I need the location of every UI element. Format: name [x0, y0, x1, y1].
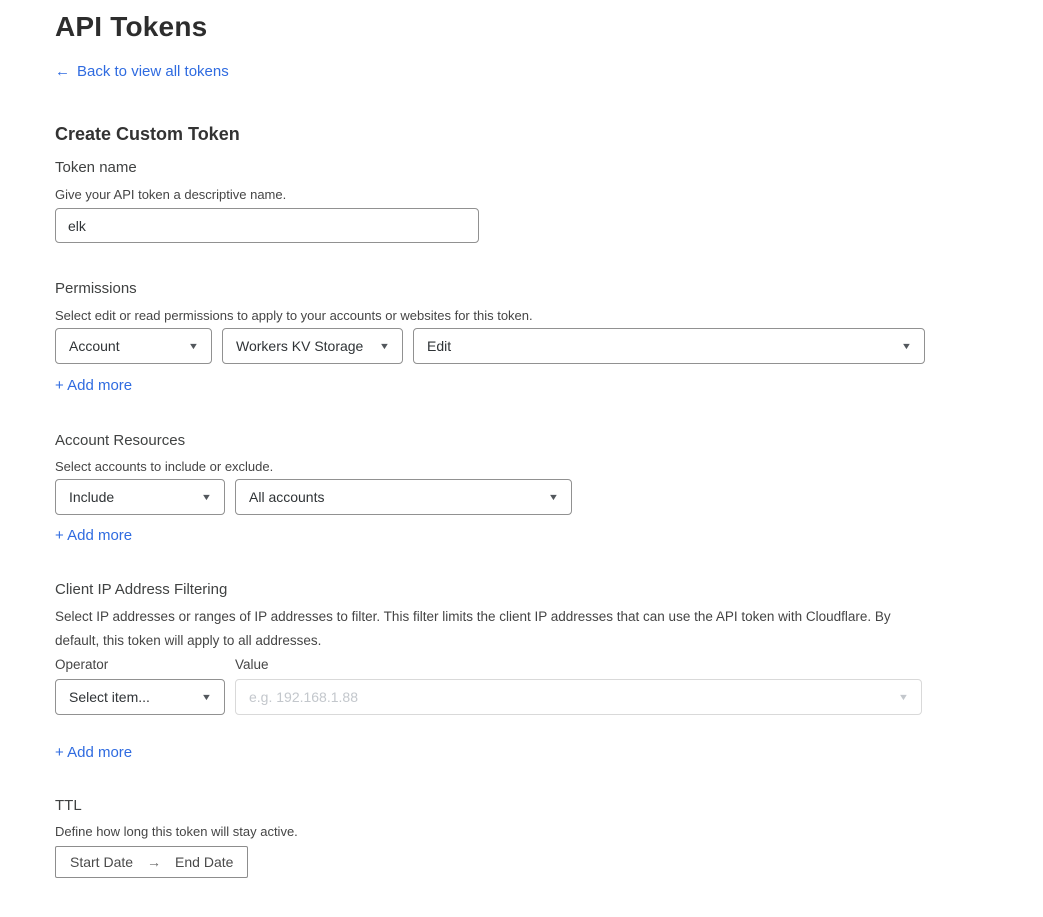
- token-name-input[interactable]: [55, 208, 479, 243]
- permission-access-value: Edit: [427, 338, 451, 354]
- resource-accounts-value: All accounts: [249, 489, 324, 505]
- account-resources-help: Select accounts to include or exclude.: [55, 458, 1043, 476]
- back-link-label: Back to view all tokens: [77, 62, 229, 82]
- token-name-help: Give your API token a descriptive name.: [55, 186, 1043, 204]
- resource-mode-value: Include: [69, 489, 114, 505]
- resource-mode-select[interactable]: Include ▼: [55, 479, 225, 515]
- token-name-label: Token name: [55, 158, 1043, 178]
- chevron-down-icon: ▼: [898, 692, 909, 702]
- left-arrow-icon: ←: [55, 62, 70, 82]
- permission-service-value: Workers KV Storage: [236, 338, 363, 354]
- permissions-help: Select edit or read permissions to apply…: [55, 307, 1043, 325]
- ip-filtering-label: Client IP Address Filtering: [55, 580, 1043, 600]
- chevron-down-icon: ▼: [901, 341, 912, 351]
- ip-filter-row: Select item... ▼ ▼: [55, 679, 1043, 715]
- permissions-add-more-link[interactable]: + Add more: [55, 376, 132, 396]
- ttl-help: Define how long this token will stay act…: [55, 823, 1043, 841]
- chevron-down-icon: ▼: [201, 492, 212, 502]
- account-resources-add-more-link[interactable]: + Add more: [55, 526, 132, 546]
- permission-scope-select[interactable]: Account ▼: [55, 328, 212, 364]
- ttl-date-range-picker[interactable]: Start Date → End Date: [55, 846, 248, 878]
- permission-service-select[interactable]: Workers KV Storage ▼: [222, 328, 403, 364]
- chevron-down-icon: ▼: [188, 341, 199, 351]
- operator-value-labels-row: Operator Value: [55, 656, 1043, 674]
- ttl-label: TTL: [55, 796, 1043, 816]
- start-date-field[interactable]: Start Date: [70, 854, 133, 870]
- page-title: API Tokens: [55, 8, 1043, 46]
- ip-filtering-add-more-link[interactable]: + Add more: [55, 743, 132, 763]
- value-label: Value: [235, 656, 269, 674]
- api-tokens-page: API Tokens ← Back to view all tokens Cre…: [0, 0, 1043, 917]
- ip-filtering-help: Select IP addresses or ranges of IP addr…: [55, 605, 913, 653]
- create-custom-token-heading: Create Custom Token: [55, 122, 1043, 146]
- permissions-label: Permissions: [55, 279, 1043, 299]
- permission-scope-value: Account: [69, 338, 120, 354]
- resource-accounts-select[interactable]: All accounts ▼: [235, 479, 572, 515]
- ip-value-combobox[interactable]: ▼: [235, 679, 922, 715]
- right-arrow-icon: →: [147, 854, 161, 870]
- chevron-down-icon: ▼: [548, 492, 559, 502]
- chevron-down-icon: ▼: [379, 341, 390, 351]
- end-date-field[interactable]: End Date: [175, 854, 233, 870]
- back-to-tokens-link[interactable]: ← Back to view all tokens: [55, 62, 229, 82]
- permission-access-select[interactable]: Edit ▼: [413, 328, 925, 364]
- account-resources-label: Account Resources: [55, 431, 1043, 451]
- ip-operator-value: Select item...: [69, 689, 150, 705]
- chevron-down-icon: ▼: [201, 692, 212, 702]
- ip-operator-select[interactable]: Select item... ▼: [55, 679, 225, 715]
- account-resources-select-row: Include ▼ All accounts ▼: [55, 479, 1043, 515]
- operator-label: Operator: [55, 656, 225, 674]
- ip-value-input[interactable]: [249, 689, 889, 705]
- permissions-select-row: Account ▼ Workers KV Storage ▼ Edit ▼: [55, 328, 1043, 364]
